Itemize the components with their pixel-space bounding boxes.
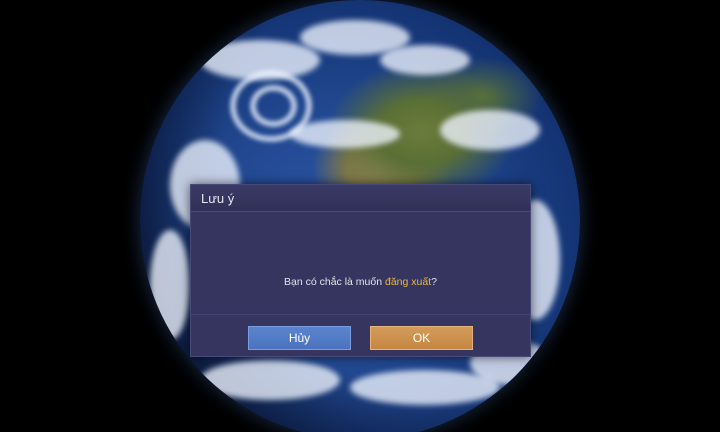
message-suffix: ? (431, 276, 437, 288)
message-text: Bạn có chắc là muốn (284, 276, 385, 288)
cloud (380, 45, 470, 75)
cloud-swirl (250, 85, 297, 127)
cloud (200, 40, 320, 80)
dialog-body: Bạn có chắc là muốn đăng xuất? Hủy OK (191, 212, 530, 356)
message-highlight: đăng xuất (385, 276, 432, 288)
dialog-title: Lưu ý (201, 190, 235, 206)
dialog-message: Bạn có chắc là muốn đăng xuất? (191, 276, 530, 288)
cancel-button[interactable]: Hủy (248, 326, 351, 350)
dialog-header: Lưu ý (191, 185, 530, 212)
ok-button[interactable]: OK (370, 326, 473, 350)
game-screen: Lưu ý Bạn có chắc là muốn đăng xuất? Hủy… (0, 0, 720, 432)
cloud (290, 120, 400, 148)
dialog-divider (191, 314, 530, 315)
logout-confirm-dialog: Lưu ý Bạn có chắc là muốn đăng xuất? Hủy… (190, 184, 531, 357)
cloud (150, 230, 190, 340)
cloud (200, 360, 340, 400)
cloud (440, 110, 540, 150)
